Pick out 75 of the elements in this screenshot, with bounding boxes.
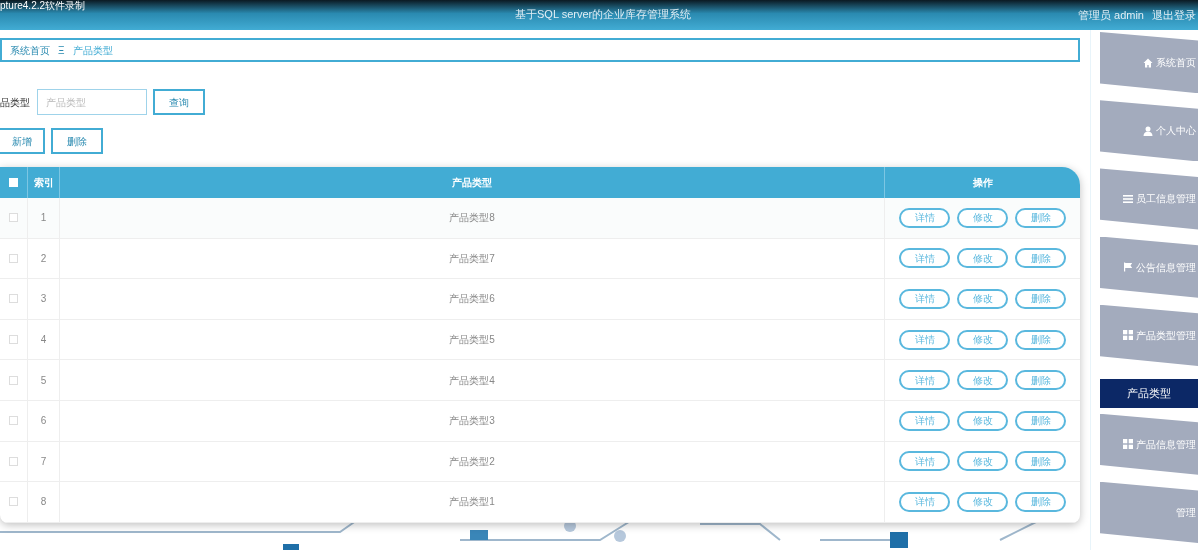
sidebar-item[interactable]: 产品信息管理 — [1100, 413, 1198, 475]
sidebar-item[interactable]: 公告信息管理 — [1100, 236, 1198, 298]
grid-icon — [1123, 439, 1133, 450]
detail-button[interactable]: 详情 — [899, 491, 950, 512]
grid-icon — [1123, 330, 1133, 341]
delete-button[interactable]: 删除 — [1015, 410, 1066, 431]
detail-button[interactable]: 详情 — [899, 410, 950, 431]
home-icon — [1143, 57, 1153, 68]
user-icon — [1143, 125, 1153, 136]
detail-button[interactable]: 详情 — [899, 329, 950, 350]
delete-button[interactable]: 删除 — [1015, 370, 1066, 391]
sidebar-item[interactable]: 产品类型管理 — [1100, 304, 1198, 366]
breadcrumb-current: 产品类型 — [72, 43, 113, 58]
type-cell-text: 产品类型7 — [449, 251, 495, 266]
add-button[interactable]: 新增 — [0, 128, 45, 154]
index-cell-text: 7 — [40, 454, 47, 469]
column-header: 操作 — [971, 176, 994, 190]
sidebar-item[interactable]: 员工信息管理 — [1100, 168, 1198, 230]
index-cell-text: 1 — [40, 211, 47, 226]
row-checkbox[interactable] — [9, 335, 18, 345]
detail-button[interactable]: 详情 — [899, 207, 950, 228]
type-cell-text: 产品类型3 — [449, 414, 495, 429]
delete-button[interactable]: 删除 — [1015, 491, 1066, 512]
type-cell-text: 产品类型4 — [449, 373, 495, 388]
sidebar-subitem[interactable]: 产品类型 — [1100, 378, 1198, 408]
list-icon — [1123, 193, 1133, 204]
type-cell-text: 产品类型1 — [449, 495, 495, 510]
row-checkbox[interactable] — [9, 294, 18, 304]
edit-button[interactable]: 修改 — [957, 289, 1008, 309]
system-title: 基于SQL server的企业库存管理系统 — [515, 7, 692, 22]
sidebar-item[interactable]: 系统首页 — [1100, 32, 1198, 94]
delete-button[interactable]: 删除 — [1015, 451, 1066, 472]
logout-link[interactable]: 退出登录 — [1152, 6, 1196, 24]
edit-button[interactable]: 修改 — [957, 207, 1008, 228]
search-button[interactable]: 查询 — [153, 89, 205, 115]
row-checkbox[interactable] — [9, 416, 18, 426]
row-checkbox[interactable] — [9, 213, 18, 223]
row-checkbox[interactable] — [9, 456, 18, 466]
row-checkbox[interactable] — [9, 253, 18, 263]
row-checkbox[interactable] — [9, 497, 18, 507]
delete-button[interactable]: 删除 — [51, 128, 103, 154]
breadcrumb-separator: Ξ — [58, 43, 65, 58]
index-cell-text: 3 — [40, 292, 47, 307]
edit-button[interactable]: 修改 — [957, 370, 1008, 391]
index-cell-text: 4 — [40, 333, 47, 348]
detail-button[interactable]: 详情 — [899, 370, 950, 391]
edit-button[interactable]: 修改 — [957, 451, 1008, 472]
search-label: 品类型 — [0, 95, 31, 110]
index-cell-text: 2 — [40, 251, 47, 266]
edit-button[interactable]: 修改 — [957, 491, 1008, 512]
detail-button[interactable]: 详情 — [899, 451, 950, 472]
type-cell-text: 产品类型6 — [449, 292, 495, 307]
sidebar-item[interactable]: 管理 — [1100, 481, 1198, 543]
index-cell-text: 5 — [40, 373, 47, 388]
edit-button[interactable]: 修改 — [957, 248, 1008, 269]
detail-button[interactable]: 详情 — [899, 248, 950, 269]
delete-button[interactable]: 删除 — [1015, 248, 1066, 269]
user-label: 管理员 admin — [1077, 7, 1144, 23]
type-cell-text: 产品类型5 — [449, 333, 495, 348]
select-all-checkbox[interactable] — [9, 178, 18, 187]
row-checkbox[interactable] — [9, 375, 18, 385]
index-cell-text: 6 — [40, 414, 47, 429]
type-cell-text: 产品类型8 — [449, 211, 495, 226]
recorder-caption: pture4.2.2软件录制 — [0, 0, 86, 11]
detail-button[interactable]: 详情 — [899, 289, 950, 309]
sidebar-item[interactable]: 个人中心 — [1100, 100, 1198, 162]
type-cell-text: 产品类型2 — [449, 454, 495, 469]
flag-icon — [1123, 262, 1133, 273]
index-cell-text: 8 — [40, 495, 47, 510]
edit-button[interactable]: 修改 — [957, 410, 1008, 431]
delete-button[interactable]: 删除 — [1015, 207, 1066, 228]
delete-button[interactable]: 删除 — [1015, 289, 1066, 309]
breadcrumb-link[interactable]: 系统首页 — [10, 42, 50, 58]
edit-button[interactable]: 修改 — [957, 329, 1008, 350]
delete-button[interactable]: 删除 — [1015, 329, 1066, 350]
